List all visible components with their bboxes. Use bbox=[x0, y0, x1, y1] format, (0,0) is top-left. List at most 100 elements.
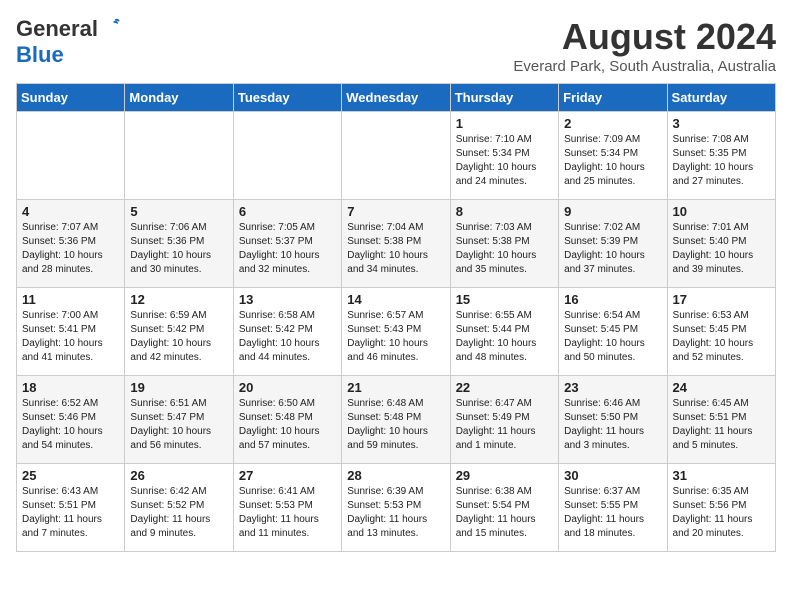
calendar-cell: 20 Sunrise: 6:50 AM Sunset: 5:48 PM Dayli… bbox=[233, 376, 341, 464]
day-number: 26 bbox=[130, 468, 227, 483]
day-info: Sunrise: 6:48 AM Sunset: 5:48 PM Dayligh… bbox=[347, 397, 444, 453]
calendar-cell: 16 Sunrise: 6:54 AM Sunset: 5:45 PM Dayli… bbox=[559, 288, 667, 376]
day-number: 7 bbox=[347, 204, 444, 219]
day-info: Sunrise: 7:04 AM Sunset: 5:38 PM Dayligh… bbox=[347, 221, 444, 277]
day-number: 9 bbox=[564, 204, 661, 219]
calendar-cell: 12 Sunrise: 6:59 AM Sunset: 5:42 PM Dayli… bbox=[125, 288, 233, 376]
day-info: Sunrise: 6:39 AM Sunset: 5:53 PM Dayligh… bbox=[347, 485, 444, 541]
calendar-cell: 26 Sunrise: 6:42 AM Sunset: 5:52 PM Dayli… bbox=[125, 464, 233, 552]
day-info: Sunrise: 6:59 AM Sunset: 5:42 PM Dayligh… bbox=[130, 309, 227, 365]
day-info: Sunrise: 6:38 AM Sunset: 5:54 PM Dayligh… bbox=[456, 485, 553, 541]
column-header-sunday: Sunday bbox=[17, 84, 125, 112]
calendar-cell: 21 Sunrise: 6:48 AM Sunset: 5:48 PM Dayli… bbox=[342, 376, 450, 464]
calendar-cell: 2Sunrise: 7:09 AM Sunset: 5:34 PM Daylig… bbox=[559, 112, 667, 200]
week-row-5: 25 Sunrise: 6:43 AM Sunset: 5:51 PM Dayli… bbox=[17, 464, 776, 552]
logo-blue: Blue bbox=[16, 42, 64, 68]
day-info: Sunrise: 6:55 AM Sunset: 5:44 PM Dayligh… bbox=[456, 309, 553, 365]
calendar-cell: 29 Sunrise: 6:38 AM Sunset: 5:54 PM Dayli… bbox=[450, 464, 558, 552]
calendar-cell: 22 Sunrise: 6:47 AM Sunset: 5:49 PM Dayli… bbox=[450, 376, 558, 464]
calendar-cell bbox=[233, 112, 341, 200]
calendar-cell: 27Sunrise: 6:41 AM Sunset: 5:53 PM Dayli… bbox=[233, 464, 341, 552]
day-info: Sunrise: 6:57 AM Sunset: 5:43 PM Dayligh… bbox=[347, 309, 444, 365]
day-info: Sunrise: 6:45 AM Sunset: 5:51 PM Dayligh… bbox=[673, 397, 770, 453]
day-number: 12 bbox=[130, 292, 227, 307]
calendar-cell: 13 Sunrise: 6:58 AM Sunset: 5:42 PM Dayli… bbox=[233, 288, 341, 376]
day-info: Sunrise: 6:50 AM Sunset: 5:48 PM Dayligh… bbox=[239, 397, 336, 453]
calendar-cell: 30Sunrise: 6:37 AM Sunset: 5:55 PM Dayli… bbox=[559, 464, 667, 552]
calendar-cell: 18 Sunrise: 6:52 AM Sunset: 5:46 PM Dayli… bbox=[17, 376, 125, 464]
day-number: 18 bbox=[22, 380, 119, 395]
day-number: 3 bbox=[673, 116, 770, 131]
day-number: 10 bbox=[673, 204, 770, 219]
day-info: Sunrise: 6:52 AM Sunset: 5:46 PM Dayligh… bbox=[22, 397, 119, 453]
day-info: Sunrise: 7:05 AM Sunset: 5:37 PM Dayligh… bbox=[239, 221, 336, 277]
day-info: Sunrise: 6:53 AM Sunset: 5:45 PM Dayligh… bbox=[673, 309, 770, 365]
calendar-cell: 4Sunrise: 7:07 AM Sunset: 5:36 PM Daylig… bbox=[17, 200, 125, 288]
calendar-cell: 17 Sunrise: 6:53 AM Sunset: 5:45 PM Dayli… bbox=[667, 288, 775, 376]
header: General Blue August 2024 Everard Park, S… bbox=[16, 16, 776, 75]
day-number: 28 bbox=[347, 468, 444, 483]
day-number: 31 bbox=[673, 468, 770, 483]
day-info: Sunrise: 6:54 AM Sunset: 5:45 PM Dayligh… bbox=[564, 309, 661, 365]
day-number: 27 bbox=[239, 468, 336, 483]
calendar-cell: 15 Sunrise: 6:55 AM Sunset: 5:44 PM Dayli… bbox=[450, 288, 558, 376]
logo-bird-icon bbox=[100, 16, 122, 38]
calendar-cell bbox=[17, 112, 125, 200]
column-header-friday: Friday bbox=[559, 84, 667, 112]
day-number: 22 bbox=[456, 380, 553, 395]
calendar-cell: 6 Sunrise: 7:05 AM Sunset: 5:37 PM Daylig… bbox=[233, 200, 341, 288]
calendar-cell: 11 Sunrise: 7:00 AM Sunset: 5:41 PM Dayli… bbox=[17, 288, 125, 376]
day-info: Sunrise: 6:43 AM Sunset: 5:51 PM Dayligh… bbox=[22, 485, 119, 541]
day-info: Sunrise: 7:00 AM Sunset: 5:41 PM Dayligh… bbox=[22, 309, 119, 365]
logo: General Blue bbox=[16, 16, 122, 68]
day-number: 20 bbox=[239, 380, 336, 395]
calendar-cell: 9Sunrise: 7:02 AM Sunset: 5:39 PM Daylig… bbox=[559, 200, 667, 288]
column-header-wednesday: Wednesday bbox=[342, 84, 450, 112]
calendar-cell: 7 Sunrise: 7:04 AM Sunset: 5:38 PM Daylig… bbox=[342, 200, 450, 288]
calendar-cell: 5 Sunrise: 7:06 AM Sunset: 5:36 PM Daylig… bbox=[125, 200, 233, 288]
calendar-cell: 28 Sunrise: 6:39 AM Sunset: 5:53 PM Dayli… bbox=[342, 464, 450, 552]
calendar-cell: 10 Sunrise: 7:01 AM Sunset: 5:40 PM Dayli… bbox=[667, 200, 775, 288]
day-number: 21 bbox=[347, 380, 444, 395]
day-number: 29 bbox=[456, 468, 553, 483]
column-header-saturday: Saturday bbox=[667, 84, 775, 112]
week-row-2: 4Sunrise: 7:07 AM Sunset: 5:36 PM Daylig… bbox=[17, 200, 776, 288]
calendar-cell bbox=[125, 112, 233, 200]
calendar-cell: 25 Sunrise: 6:43 AM Sunset: 5:51 PM Dayli… bbox=[17, 464, 125, 552]
calendar-cell: 31 Sunrise: 6:35 AM Sunset: 5:56 PM Dayli… bbox=[667, 464, 775, 552]
day-info: Sunrise: 6:35 AM Sunset: 5:56 PM Dayligh… bbox=[673, 485, 770, 541]
calendar-cell: 1Sunrise: 7:10 AM Sunset: 5:34 PM Daylig… bbox=[450, 112, 558, 200]
column-header-thursday: Thursday bbox=[450, 84, 558, 112]
week-row-4: 18 Sunrise: 6:52 AM Sunset: 5:46 PM Dayli… bbox=[17, 376, 776, 464]
day-info: Sunrise: 6:58 AM Sunset: 5:42 PM Dayligh… bbox=[239, 309, 336, 365]
day-number: 6 bbox=[239, 204, 336, 219]
calendar-cell: 8Sunrise: 7:03 AM Sunset: 5:38 PM Daylig… bbox=[450, 200, 558, 288]
week-row-1: 1Sunrise: 7:10 AM Sunset: 5:34 PM Daylig… bbox=[17, 112, 776, 200]
calendar-table: SundayMondayTuesdayWednesdayThursdayFrid… bbox=[16, 83, 776, 552]
day-info: Sunrise: 6:47 AM Sunset: 5:49 PM Dayligh… bbox=[456, 397, 553, 453]
day-number: 24 bbox=[673, 380, 770, 395]
day-info: Sunrise: 7:10 AM Sunset: 5:34 PM Dayligh… bbox=[456, 133, 553, 189]
calendar-title: August 2024 bbox=[513, 16, 776, 58]
day-info: Sunrise: 6:51 AM Sunset: 5:47 PM Dayligh… bbox=[130, 397, 227, 453]
day-number: 11 bbox=[22, 292, 119, 307]
day-number: 17 bbox=[673, 292, 770, 307]
day-number: 25 bbox=[22, 468, 119, 483]
calendar-cell: 23Sunrise: 6:46 AM Sunset: 5:50 PM Dayli… bbox=[559, 376, 667, 464]
day-info: Sunrise: 7:07 AM Sunset: 5:36 PM Dayligh… bbox=[22, 221, 119, 277]
day-number: 16 bbox=[564, 292, 661, 307]
day-info: Sunrise: 6:42 AM Sunset: 5:52 PM Dayligh… bbox=[130, 485, 227, 541]
column-header-monday: Monday bbox=[125, 84, 233, 112]
day-info: Sunrise: 7:01 AM Sunset: 5:40 PM Dayligh… bbox=[673, 221, 770, 277]
day-number: 13 bbox=[239, 292, 336, 307]
day-info: Sunrise: 6:37 AM Sunset: 5:55 PM Dayligh… bbox=[564, 485, 661, 541]
day-number: 5 bbox=[130, 204, 227, 219]
day-info: Sunrise: 7:08 AM Sunset: 5:35 PM Dayligh… bbox=[673, 133, 770, 189]
day-info: Sunrise: 7:03 AM Sunset: 5:38 PM Dayligh… bbox=[456, 221, 553, 277]
week-row-3: 11 Sunrise: 7:00 AM Sunset: 5:41 PM Dayli… bbox=[17, 288, 776, 376]
calendar-subtitle: Everard Park, South Australia, Australia bbox=[513, 58, 776, 75]
calendar-cell: 3 Sunrise: 7:08 AM Sunset: 5:35 PM Daylig… bbox=[667, 112, 775, 200]
title-area: August 2024 Everard Park, South Australi… bbox=[513, 16, 776, 75]
day-info: Sunrise: 7:06 AM Sunset: 5:36 PM Dayligh… bbox=[130, 221, 227, 277]
day-number: 15 bbox=[456, 292, 553, 307]
